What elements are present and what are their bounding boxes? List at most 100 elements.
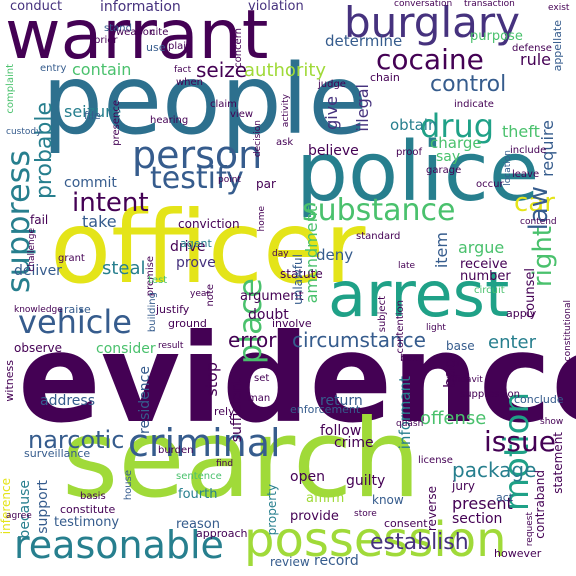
word-standard: standard [356, 231, 401, 242]
word-rely: rely [214, 405, 235, 418]
word-complaint: complaint [5, 64, 16, 114]
word-find: find [216, 459, 234, 469]
word-contention: contention [395, 300, 406, 354]
word-custody: custody [6, 127, 42, 137]
word-day: day [272, 249, 289, 259]
word-jury: jury [452, 479, 475, 493]
word-plain: plain [168, 41, 193, 52]
word-view: view [230, 109, 254, 120]
word-man: man [248, 393, 271, 404]
word-commit: commit [64, 175, 117, 191]
word-cocaine: cocaine [376, 43, 484, 76]
word-basis: basis [80, 491, 106, 502]
word-establish: establish [370, 530, 469, 555]
word-package: package [452, 458, 537, 482]
word-ask: ask [276, 137, 294, 148]
word-garage: garage [426, 165, 462, 176]
word-support: support [35, 480, 51, 534]
word-information: information [100, 0, 181, 15]
word-item: item [432, 232, 451, 269]
word-affidavit: affidavit [446, 375, 483, 385]
word-property: property [265, 484, 279, 536]
word-consider: consider [96, 341, 156, 357]
word-approach: approach [196, 527, 248, 540]
word-home: home [257, 206, 267, 232]
word-affirm: affirm [306, 491, 345, 506]
word-use: use [146, 41, 166, 54]
word-believe: believe [308, 143, 359, 159]
word-conversation: conversation [394, 0, 453, 9]
word-rule: rule [520, 50, 552, 69]
word-violation: violation [248, 0, 304, 14]
word-entry: entry [40, 63, 67, 74]
word-give: give [322, 96, 341, 130]
word-deny: deny [316, 246, 354, 264]
word-circuit: circuit [474, 285, 505, 296]
word-store: store [354, 509, 377, 519]
word-constitute: constitute [60, 503, 116, 516]
word-chain: chain [370, 71, 400, 84]
word-include: include [510, 145, 547, 156]
word-ground: ground [168, 317, 207, 330]
word-show: show [540, 417, 564, 427]
word-quash: quash [396, 419, 424, 429]
word-set: set [254, 373, 270, 384]
word-subject: subject [377, 296, 388, 333]
word-inference: inference [0, 478, 13, 535]
word-grant: grant [58, 253, 85, 264]
word-determine: determine [325, 32, 403, 50]
word-test: test [148, 275, 168, 286]
word-point: point [218, 175, 241, 185]
word-involve: involve [272, 317, 312, 330]
word-light: light [426, 323, 446, 333]
word-contend: contend [520, 217, 557, 227]
word-testimony: testimony [54, 515, 120, 530]
word-surveillance: surveillance [24, 447, 91, 460]
word-leave: leave [512, 169, 540, 180]
word-request: request [525, 512, 535, 547]
word-control: control [430, 72, 507, 97]
word-purpose: purpose [470, 29, 523, 44]
word-review: review [270, 555, 310, 569]
word-probable: probable [32, 102, 57, 200]
word-contain: contain [72, 60, 132, 79]
word-justify: justify [156, 303, 190, 316]
word-fail: fail [30, 213, 49, 227]
word-conduct: conduct [10, 0, 63, 14]
word-residence: residence [137, 366, 153, 434]
word-section: section [452, 511, 503, 527]
word-cite: cite [150, 27, 169, 38]
word-house: house [123, 470, 134, 501]
word-note: note [205, 284, 216, 307]
word-stop: stop [202, 362, 221, 397]
word-authority: authority [244, 60, 327, 81]
word-enforcement: enforcement [290, 403, 361, 416]
word-deliver: deliver [14, 263, 62, 279]
word-result: result [158, 341, 184, 351]
word-proof: proof [396, 147, 422, 158]
word-suppression: suppression [460, 389, 520, 400]
word-prove: prove [176, 255, 216, 271]
word-guilty: guilty [346, 473, 386, 489]
word-act: act [496, 491, 514, 504]
word-theft: theft [502, 122, 540, 141]
word-location: location [503, 150, 513, 186]
word-par: par [256, 177, 276, 191]
word-illegal: illegal [353, 84, 372, 132]
word-offense: offense [420, 408, 487, 429]
word-decision: decision [253, 120, 263, 158]
word-defense: defense [512, 43, 552, 54]
word-exist: exist [548, 3, 570, 13]
word-base: base [446, 339, 475, 353]
word-steal: steal [102, 258, 146, 279]
word-agent: agent [180, 237, 212, 250]
word-agree: agree [6, 511, 32, 521]
word-hearing: hearing [150, 115, 189, 126]
word-crime: crime [334, 435, 374, 451]
word-judge: judge [318, 79, 346, 90]
word-constitutional: constitutional [563, 300, 573, 362]
word-unlawful: unlawful [291, 254, 305, 305]
word-late: late [398, 261, 416, 271]
word-issue: issue [484, 425, 556, 458]
word-witness: witness [3, 360, 16, 402]
